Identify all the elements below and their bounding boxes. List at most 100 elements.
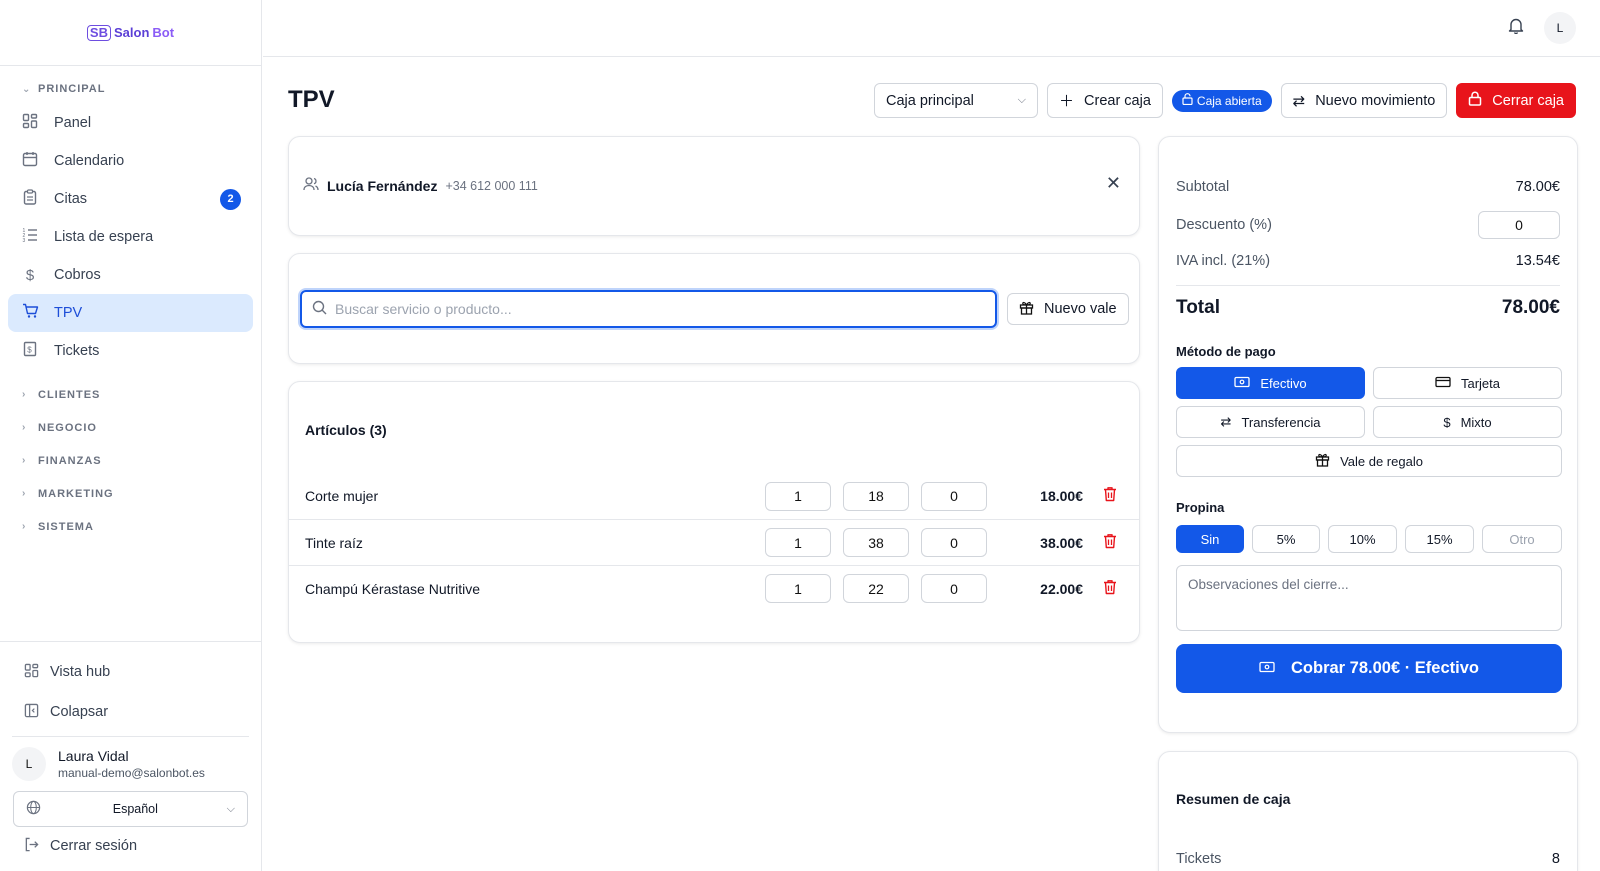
lock-icon	[1468, 91, 1482, 110]
language-select[interactable]: Español ⌵	[13, 791, 248, 827]
summary-tickets-row: Tickets 8	[1176, 851, 1560, 867]
iva-label: IVA incl. (21%)	[1176, 253, 1271, 269]
total-value: 78.00€	[1501, 297, 1560, 318]
discount-label: Descuento (%)	[1176, 217, 1272, 233]
tip-15-button[interactable]: 15%	[1405, 525, 1474, 553]
hub-view-label: Vista hub	[50, 664, 111, 680]
swap-icon: ⇄	[1292, 92, 1306, 110]
tip-5-button[interactable]: 5%	[1252, 525, 1320, 553]
avatar: L	[12, 747, 46, 781]
tickets-value: 8	[1551, 851, 1560, 867]
grid-icon	[21, 113, 39, 133]
method-tarjeta-button[interactable]: Tarjeta	[1373, 367, 1562, 399]
trash-icon[interactable]	[1103, 486, 1117, 506]
hub-view-link[interactable]: Vista hub	[0, 652, 261, 692]
method-label: Efectivo	[1260, 375, 1307, 391]
method-mixto-button[interactable]: $ Mixto	[1373, 406, 1562, 438]
sb-logo-icon: SB	[86, 24, 111, 41]
svg-text:3: 3	[23, 238, 26, 243]
logout-icon	[22, 837, 40, 856]
trash-icon[interactable]	[1103, 579, 1117, 599]
section-label: PRINCIPAL	[38, 83, 106, 95]
closing-notes-field[interactable]	[1176, 565, 1562, 631]
method-vale-regalo-button[interactable]: Vale de regalo	[1176, 445, 1562, 477]
table-row: Tinte raíz 1 38 0 38.00€	[289, 519, 1139, 565]
section-principal[interactable]: ⌄ PRINCIPAL	[0, 80, 261, 98]
caja-select[interactable]: Caja principal ⌵	[874, 83, 1038, 118]
collapse-label: Colapsar	[50, 704, 109, 720]
method-efectivo-button[interactable]: Efectivo	[1176, 367, 1365, 399]
section-finanzas[interactable]: › FINANZAS	[0, 444, 261, 477]
sidebar-item-tpv[interactable]: TPV	[8, 294, 253, 332]
gift-icon	[1019, 300, 1034, 319]
discount-input[interactable]: 0	[921, 481, 987, 511]
discount-input[interactable]: 0	[921, 528, 987, 557]
quantity-input[interactable]: 1	[765, 528, 831, 557]
section-clientes[interactable]: › CLIENTES	[0, 378, 261, 411]
trash-icon[interactable]	[1103, 533, 1117, 553]
user-profile[interactable]: L Laura Vidal manual-demo@salonbot.es	[0, 737, 261, 787]
caja-select-value: Caja principal	[886, 92, 974, 109]
sidebar-item-citas[interactable]: Citas 2	[8, 180, 253, 218]
receipt-icon: $	[21, 341, 39, 361]
status-label: Caja abierta	[1196, 93, 1262, 108]
item-total: 18.00€	[1040, 488, 1083, 504]
topbar: L	[263, 0, 1600, 57]
method-label: Transferencia	[1241, 414, 1321, 430]
subtotal-label: Subtotal	[1176, 179, 1230, 195]
method-transferencia-button[interactable]: ⇄ Transferencia	[1176, 406, 1365, 438]
section-label: FINANZAS	[38, 454, 102, 467]
dollar-icon: $	[1443, 414, 1451, 430]
tip-other-input[interactable]: Otro	[1482, 525, 1562, 553]
create-caja-button[interactable]: ＋ Crear caja	[1047, 83, 1163, 118]
sidebar-item-lista-espera[interactable]: 123 Lista de espera	[8, 218, 253, 256]
bell-icon[interactable]	[1508, 17, 1524, 38]
new-movement-button[interactable]: ⇄ Nuevo movimiento	[1280, 83, 1448, 118]
payment-method-label: Método de pago	[1176, 344, 1276, 359]
avatar[interactable]: L	[1544, 12, 1576, 44]
close-caja-button[interactable]: Cerrar caja	[1456, 83, 1576, 118]
new-voucher-button[interactable]: Nuevo vale	[1007, 293, 1129, 325]
price-input[interactable]: 18	[843, 481, 909, 511]
sidebar-item-panel[interactable]: Panel	[8, 104, 253, 142]
payment-panel: Subtotal 78.00€ Descuento (%) 0 IVA incl…	[1158, 136, 1578, 733]
section-negocio[interactable]: › NEGOCIO	[0, 411, 261, 444]
tip-10-button[interactable]: 10%	[1328, 525, 1397, 553]
logout-link[interactable]: Cerrar sesión	[0, 828, 261, 864]
items-card: Artículos (3) Corte mujer 1 18 0 18.00€ …	[288, 381, 1140, 643]
sidebar-item-label: Tickets	[54, 343, 100, 359]
chevron-down-icon: ⌵	[226, 802, 235, 815]
quantity-input[interactable]: 1	[765, 481, 831, 511]
search-field[interactable]	[300, 290, 997, 328]
quantity-input[interactable]: 1	[765, 574, 831, 603]
credit-card-icon	[1435, 376, 1451, 391]
tip-none-button[interactable]: Sin	[1176, 525, 1244, 553]
client-phone: +34 612 000 111	[445, 178, 538, 193]
create-caja-label: Crear caja	[1084, 92, 1151, 109]
sidebar-item-tickets[interactable]: $ Tickets	[8, 332, 253, 370]
section-label: NEGOCIO	[38, 421, 97, 434]
discount-percent-input[interactable]: 0	[1478, 211, 1560, 239]
search-icon	[312, 300, 327, 318]
discount-row: Descuento (%) 0	[1176, 211, 1560, 239]
new-movement-label: Nuevo movimiento	[1315, 92, 1436, 109]
collapse-button[interactable]: Colapsar	[0, 692, 261, 732]
search-input[interactable]	[335, 301, 975, 317]
item-total: 38.00€	[1040, 534, 1083, 551]
price-input[interactable]: 22	[843, 574, 909, 603]
section-sistema[interactable]: › SISTEMA	[0, 510, 261, 543]
charge-button[interactable]: Cobrar 78.00€ · Efectivo	[1176, 644, 1562, 693]
close-icon[interactable]: ✕	[1106, 173, 1121, 194]
section-marketing[interactable]: › MARKETING	[0, 477, 261, 510]
sidebar-item-calendario[interactable]: Calendario	[8, 142, 253, 180]
charge-label: Cobrar 78.00€ · Efectivo	[1291, 659, 1479, 677]
price-input[interactable]: 38	[843, 528, 909, 557]
logo[interactable]: SB Salon Bot	[0, 0, 261, 66]
sidebar-item-cobros[interactable]: $ Cobros	[8, 256, 253, 294]
method-label: Mixto	[1460, 414, 1492, 430]
section-label: MARKETING	[38, 487, 114, 500]
gift-icon	[1315, 452, 1330, 470]
discount-input[interactable]: 0	[921, 574, 987, 603]
status-badge: Caja abierta	[1171, 89, 1272, 112]
user-name: Laura Vidal	[58, 748, 129, 764]
